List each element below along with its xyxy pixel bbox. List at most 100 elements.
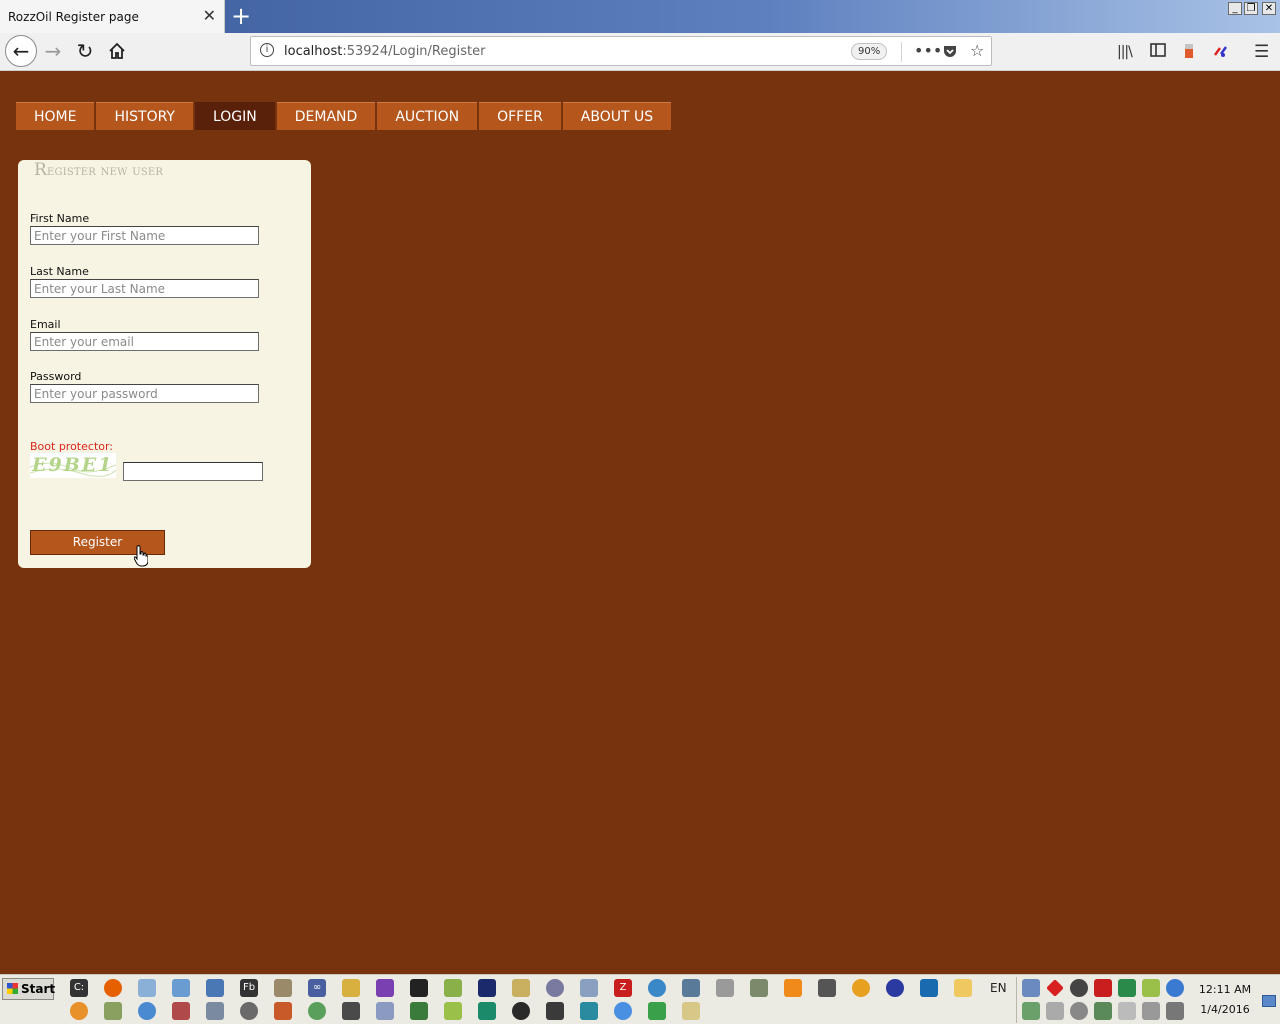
explorer-icon[interactable] <box>172 979 190 997</box>
satellite-icon[interactable] <box>682 979 700 997</box>
tray-computer-icon[interactable] <box>1166 1002 1184 1020</box>
info-icon[interactable]: i <box>260 43 274 57</box>
arrow-right-icon: → <box>44 39 62 63</box>
menu-item-demand[interactable]: DEMAND <box>276 102 376 130</box>
brush-icon[interactable] <box>444 1002 462 1020</box>
disc-icon[interactable] <box>546 979 564 997</box>
tray-flag-icon[interactable] <box>1142 1002 1160 1020</box>
infinity-icon[interactable]: ∞ <box>308 979 326 997</box>
hamburger-menu-icon[interactable]: ☰ <box>1254 43 1269 61</box>
lock-icon[interactable] <box>546 1002 564 1020</box>
terminal-icon[interactable] <box>410 979 428 997</box>
chrome-gray-icon[interactable] <box>240 1002 258 1020</box>
start-button[interactable]: Start <box>2 978 55 1000</box>
cmd-icon[interactable]: C: <box>70 979 88 997</box>
menu-item-offer[interactable]: OFFER <box>479 102 561 130</box>
headphones-icon[interactable] <box>852 979 870 997</box>
globe-icon[interactable] <box>138 1002 156 1020</box>
radiation-icon[interactable] <box>512 1002 530 1020</box>
tray-security-icon[interactable] <box>1094 1002 1112 1020</box>
server-icon[interactable] <box>206 1002 224 1020</box>
more-actions-icon[interactable]: ••• <box>914 41 942 61</box>
captcha-input[interactable] <box>123 462 263 481</box>
blender-icon[interactable] <box>70 1002 88 1020</box>
tray-clock-icon[interactable] <box>1070 1002 1088 1020</box>
tray-tool-icon[interactable] <box>1118 979 1136 997</box>
chrome-icon[interactable] <box>614 1002 632 1020</box>
green-globe-icon[interactable] <box>308 1002 326 1020</box>
paint-icon[interactable] <box>342 979 360 997</box>
window-icon[interactable] <box>580 979 598 997</box>
show-desktop-icon[interactable] <box>1262 995 1276 1007</box>
tray-brush-icon[interactable] <box>1142 979 1160 997</box>
menu-item-about-us[interactable]: ABOUT US <box>562 102 672 130</box>
tray-blue-icon[interactable] <box>1166 979 1184 997</box>
tray-red-icon[interactable] <box>1046 979 1064 997</box>
pocket-icon[interactable] <box>942 41 958 64</box>
vector-icon[interactable] <box>478 1002 496 1020</box>
last-name-input[interactable] <box>30 279 259 298</box>
menu-item-home[interactable]: HOME <box>16 102 95 130</box>
tray-network-icon[interactable] <box>1022 979 1040 997</box>
sync-icon[interactable] <box>648 979 666 997</box>
tools-icon[interactable] <box>274 979 292 997</box>
link-extension-icon[interactable] <box>1212 43 1230 63</box>
notepad-icon[interactable] <box>138 979 156 997</box>
settings-icon[interactable] <box>818 979 836 997</box>
minimize-button[interactable]: _ <box>1228 2 1242 15</box>
tray-mouse-icon[interactable] <box>1046 1002 1064 1020</box>
puzzle-icon[interactable] <box>104 1002 122 1020</box>
tray-filezilla-icon[interactable] <box>1094 979 1112 997</box>
tray-vpn-icon[interactable] <box>1070 979 1088 997</box>
blue-app-icon[interactable] <box>920 979 938 997</box>
gear-blue-icon[interactable] <box>580 1002 598 1020</box>
close-window-button[interactable]: ✕ <box>1262 2 1276 15</box>
library-icon[interactable]: |||\ <box>1117 43 1133 61</box>
email-input[interactable] <box>30 332 259 351</box>
menu-item-history[interactable]: HISTORY <box>96 102 193 130</box>
chart-app-icon[interactable] <box>410 1002 428 1020</box>
clock-time[interactable]: 12:11 AM <box>1196 983 1254 996</box>
visual-studio-icon[interactable] <box>376 979 394 997</box>
zoom-level-badge[interactable]: 90% <box>851 43 888 60</box>
clock-date[interactable]: 1/4/2016 <box>1196 1003 1254 1016</box>
vlc-icon[interactable] <box>784 979 802 997</box>
gear-cluster-icon[interactable] <box>750 979 768 997</box>
menu-item-login[interactable]: LOGIN <box>194 102 275 130</box>
save-icon[interactable] <box>478 979 496 997</box>
file-manager-icon[interactable] <box>682 1002 700 1020</box>
sidebar-icon[interactable] <box>1150 43 1166 61</box>
menu-item-auction[interactable]: AUCTION <box>377 102 478 130</box>
first-name-input[interactable] <box>30 226 259 245</box>
extension-icon[interactable] <box>1183 43 1195 63</box>
xp-icon[interactable] <box>376 1002 394 1020</box>
restore-button[interactable]: ❐ <box>1244 2 1258 15</box>
eclipse-icon[interactable] <box>886 979 904 997</box>
home-button[interactable] <box>102 36 132 66</box>
browser-tab[interactable]: RozzOil Register page ✕ <box>0 0 225 34</box>
tab-close-icon[interactable]: ✕ <box>203 7 216 25</box>
x-app-icon[interactable] <box>172 1002 190 1020</box>
reload-button[interactable]: ↻ <box>70 36 100 66</box>
network-icon[interactable] <box>206 979 224 997</box>
new-tab-button[interactable]: + <box>230 3 252 29</box>
address-bar[interactable]: i localhost:53924/Login/Register 90% •••… <box>250 36 992 66</box>
back-button[interactable]: ← <box>5 35 37 67</box>
filezilla-icon[interactable]: Z <box>614 979 632 997</box>
forward-button[interactable]: → <box>38 36 68 66</box>
shield-icon[interactable] <box>648 1002 666 1020</box>
cube-icon[interactable] <box>274 1002 292 1020</box>
bug-icon[interactable] <box>342 1002 360 1020</box>
tray-monitor-icon[interactable] <box>1022 1002 1040 1020</box>
firefox-icon[interactable] <box>104 979 122 997</box>
language-indicator[interactable]: EN <box>990 981 1007 995</box>
fb-icon[interactable]: Fb <box>240 979 258 997</box>
bookmark-star-icon[interactable]: ☆ <box>970 41 984 61</box>
tray-volume-icon[interactable] <box>1118 1002 1136 1020</box>
folder-app-icon[interactable] <box>954 979 972 997</box>
url-text[interactable]: localhost:53924/Login/Register <box>284 44 485 59</box>
notes-icon[interactable] <box>512 979 530 997</box>
password-input[interactable] <box>30 384 259 403</box>
calendar-icon[interactable] <box>716 979 734 997</box>
pen-icon[interactable] <box>444 979 462 997</box>
